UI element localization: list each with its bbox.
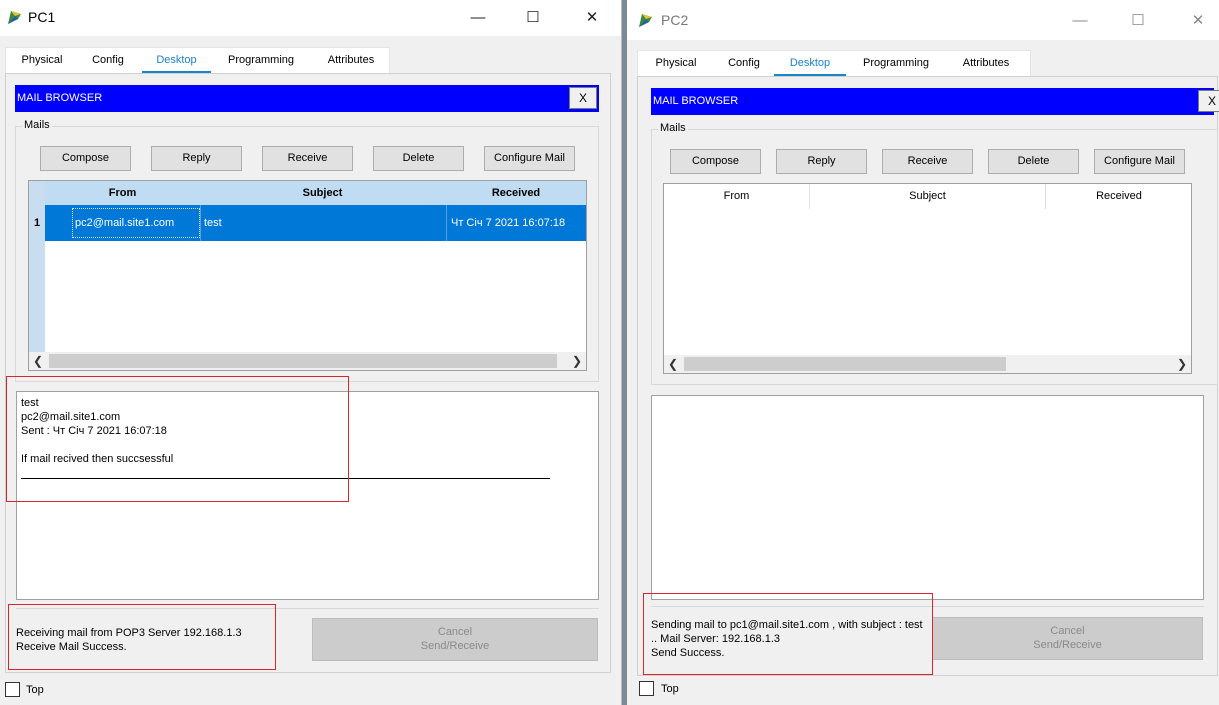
cell-subject: test — [200, 205, 446, 241]
reply-button[interactable]: Reply — [776, 149, 867, 174]
receive-button[interactable]: Receive — [882, 149, 973, 174]
window-title: PC1 — [28, 9, 56, 25]
packet-tracer-app-icon — [8, 11, 21, 24]
tab-attributes[interactable]: Attributes — [944, 51, 1028, 77]
close-icon[interactable]: ✕ — [577, 6, 607, 30]
mail-list-table[interactable]: From Subject Received ❮ ❯ — [663, 183, 1192, 374]
status-text: Receiving mail from POP3 Server 192.168.… — [16, 626, 242, 654]
status-line-1: Receiving mail from POP3 Server 192.168.… — [16, 627, 242, 639]
mail-browser-header: MAIL BROWSER X — [15, 85, 599, 112]
send-receive-label: Send/Receive — [420, 640, 490, 652]
table-header: From Subject Received — [45, 181, 586, 205]
top-checkbox-label: Top — [661, 683, 679, 695]
tab-attributes[interactable]: Attributes — [312, 48, 390, 74]
window-title: PC2 — [661, 12, 689, 28]
cell-from: pc2@mail.site1.com — [72, 208, 200, 238]
cancel-send-receive-button[interactable]: Cancel Send/Receive — [312, 618, 598, 661]
separator — [651, 606, 1204, 607]
send-receive-label: Send/Receive — [1033, 639, 1102, 651]
delete-button[interactable]: Delete — [988, 149, 1079, 174]
maximize-icon[interactable]: ☐ — [1123, 9, 1153, 33]
row-number: 1 — [29, 205, 45, 241]
configure-mail-button[interactable]: Configure Mail — [1094, 149, 1185, 174]
close-mail-browser-button[interactable]: X — [1198, 90, 1219, 112]
tab-desktop[interactable]: Desktop — [142, 48, 211, 74]
minimize-icon[interactable]: — — [463, 6, 493, 30]
tab-desktop[interactable]: Desktop — [774, 51, 846, 77]
cell-received: Чт Січ 7 2021 16:07:18 — [446, 205, 565, 241]
scroll-left-icon[interactable]: ❮ — [664, 355, 682, 373]
scroll-right-icon[interactable]: ❯ — [568, 352, 586, 370]
cancel-send-receive-button[interactable]: Cancel Send/Receive — [932, 617, 1203, 660]
message-divider — [21, 478, 550, 479]
horizontal-scrollbar[interactable]: ❮ ❯ — [664, 355, 1191, 373]
packet-tracer-app-icon — [639, 14, 652, 27]
scroll-left-icon[interactable]: ❮ — [29, 352, 47, 370]
column-header-from[interactable]: From — [664, 184, 810, 209]
tab-bar: Physical Config Desktop Programming Attr… — [5, 47, 390, 74]
cancel-label: Cancel — [437, 626, 473, 638]
compose-button[interactable]: Compose — [40, 146, 131, 171]
tab-config[interactable]: Config — [714, 51, 774, 77]
scrollbar-thumb[interactable] — [684, 357, 1006, 371]
configure-mail-button[interactable]: Configure Mail — [484, 146, 575, 171]
tab-physical[interactable]: Physical — [11, 48, 73, 74]
table-row[interactable]: 1 pc2@mail.site1.com test Чт Січ 7 2021 … — [29, 205, 586, 241]
message-body: If mail recived then succsessful — [21, 453, 174, 465]
column-header-received[interactable]: Received — [1046, 184, 1192, 209]
maximize-icon[interactable]: ☐ — [518, 6, 548, 30]
scroll-right-icon[interactable]: ❯ — [1173, 355, 1191, 373]
pc2-window: PC2 — ☐ ✕ Physical Config Desktop Progra… — [627, 0, 1219, 705]
delete-button[interactable]: Delete — [373, 146, 464, 171]
close-mail-browser-button[interactable]: X — [569, 87, 597, 109]
scrollbar-thumb[interactable] — [49, 354, 557, 368]
status-text: Sending mail to pc1@mail.site1.com , wit… — [651, 618, 923, 660]
compose-button[interactable]: Compose — [670, 149, 761, 174]
reply-button[interactable]: Reply — [151, 146, 242, 171]
status-line-1: Sending mail to pc1@mail.site1.com , wit… — [651, 619, 923, 631]
receive-button[interactable]: Receive — [262, 146, 353, 171]
message-subject: test — [21, 397, 39, 409]
message-view[interactable] — [651, 395, 1204, 600]
tab-programming[interactable]: Programming — [854, 51, 938, 77]
status-line-3: Send Success. — [651, 647, 725, 659]
top-checkbox-label: Top — [26, 684, 44, 696]
title-bar[interactable]: PC1 — ☐ ✕ — [0, 0, 621, 36]
mails-group-label: Mails — [658, 122, 688, 134]
title-bar[interactable]: PC2 — ☐ ✕ — [627, 0, 1219, 40]
close-icon[interactable]: ✕ — [1183, 9, 1213, 33]
column-header-from[interactable]: From — [45, 181, 200, 205]
column-header-received[interactable]: Received — [445, 181, 587, 205]
column-header-subject[interactable]: Subject — [810, 184, 1046, 209]
tab-config[interactable]: Config — [78, 48, 138, 74]
column-header-subject[interactable]: Subject — [200, 181, 445, 205]
top-checkbox[interactable] — [639, 681, 654, 696]
separator — [16, 608, 599, 609]
minimize-icon[interactable]: — — [1065, 9, 1095, 33]
mail-browser-title: MAIL BROWSER — [653, 95, 739, 107]
horizontal-scrollbar[interactable]: ❮ ❯ — [29, 352, 586, 370]
cancel-label: Cancel — [1050, 625, 1085, 637]
pc1-window: PC1 — ☐ ✕ Physical Config Desktop Progra… — [0, 0, 622, 705]
tab-physical[interactable]: Physical — [642, 51, 710, 77]
status-line-2: .. Mail Server: 192.168.1.3 — [651, 633, 781, 645]
mail-list-table[interactable]: From Subject Received 1 pc2@mail.site1.c… — [28, 180, 587, 371]
status-line-2: Receive Mail Success. — [16, 641, 127, 653]
message-sent: Sent : Чт Січ 7 2021 16:07:18 — [21, 425, 167, 437]
mail-browser-header: MAIL BROWSER X — [651, 88, 1219, 115]
mail-browser-title: MAIL BROWSER — [17, 92, 103, 104]
mails-group-label: Mails — [22, 119, 52, 131]
message-view[interactable]: test pc2@mail.site1.com Sent : Чт Січ 7 … — [16, 391, 599, 600]
tab-bar: Physical Config Desktop Programming Attr… — [637, 50, 1031, 77]
top-checkbox[interactable] — [5, 682, 20, 697]
message-from: pc2@mail.site1.com — [21, 411, 121, 423]
tab-programming[interactable]: Programming — [218, 48, 304, 74]
